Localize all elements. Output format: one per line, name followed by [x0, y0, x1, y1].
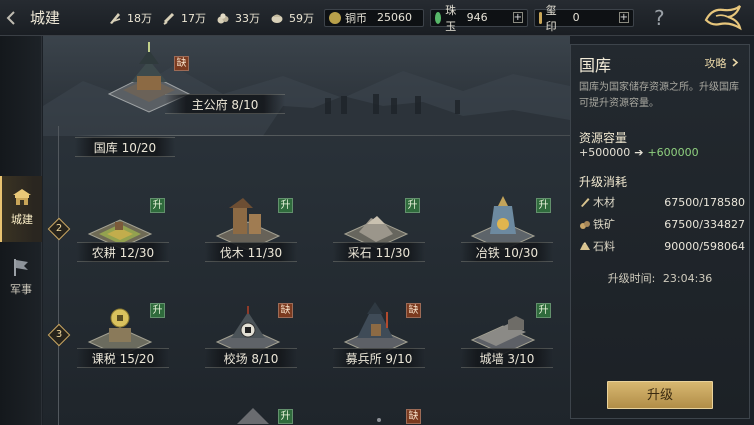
resource-wood-value: 18万 [127, 11, 152, 25]
currency-copper: 铜币 25060 [324, 8, 424, 27]
partial-building-icon [233, 402, 273, 425]
resource-iron: 17万 [162, 10, 206, 26]
cost-iron-amount: 67500/334827 [664, 217, 745, 231]
top-bar: 城建 18万 17万 33万 59万 铜币 25060 珠玉 946 + 玺印 … [0, 0, 754, 36]
partial-upgrade-tag: 升 [278, 409, 293, 424]
back-arrow-icon[interactable] [0, 0, 22, 36]
drill-ground-label[interactable]: 校场 8/10 [205, 348, 297, 368]
wall-label[interactable]: 城墙 3/10 [461, 348, 553, 368]
drill-ground-icon[interactable] [213, 298, 283, 357]
food-icon [271, 14, 283, 23]
page-title: 城建 [30, 9, 61, 27]
seal-icon [539, 11, 542, 24]
farm-upgrade-tag: 升 [150, 198, 165, 213]
tab-military-label: 军事 [10, 283, 32, 296]
cost-wood-amount: 67500/178580 [664, 195, 745, 209]
capacity-from: +500000 [579, 146, 631, 159]
jade-icon [435, 11, 442, 24]
smelter-upgrade-tag: 升 [536, 198, 551, 213]
detail-panel: 国库 攻略 国库为国家储存资源之所。升级国库可提升资源容量。 资源容量 +500… [570, 44, 750, 419]
arrow-right-icon: ➔ [634, 146, 644, 159]
currency-copper-value: 25060 [377, 11, 412, 24]
capacity-change: +500000 ➔ +600000 [579, 146, 699, 159]
treasury-label[interactable]: 国库 10/20 [75, 137, 175, 157]
cost-wood-name: 木材 [593, 196, 615, 209]
left-rail: 城建 军事 [0, 36, 42, 425]
treasury-divider [73, 135, 570, 136]
cost-row-wood: 木材 67500/178580 [579, 194, 745, 210]
building-area: 缺 主公府 8/10 国库 10/20 2 升 农耕 12/30 升 伐木 11… [43, 36, 570, 425]
tab-military[interactable]: 军事 [0, 246, 42, 312]
resource-food-value: 59万 [289, 11, 314, 25]
tax-building-icon[interactable] [85, 298, 155, 357]
recruit-missing-tag: 缺 [406, 303, 421, 318]
cost-stone-amount: 90000/598064 [664, 239, 745, 253]
resource-wood: 18万 [108, 10, 152, 26]
tab-city-build[interactable]: 城建 [0, 176, 42, 242]
resource-food: 59万 [270, 10, 314, 26]
dragon-logo-icon[interactable] [702, 2, 744, 34]
capacity-title: 资源容量 [579, 131, 628, 145]
resource-stone: 33万 [216, 10, 260, 26]
military-flag-icon [14, 259, 28, 276]
tax-upgrade-tag: 升 [150, 303, 165, 318]
wood-icon [110, 12, 121, 24]
lumber-label[interactable]: 伐木 11/30 [205, 242, 297, 262]
cost-stone-name: 石料 [593, 240, 615, 253]
cost-title: 升级消耗 [579, 175, 628, 189]
wood-icon [581, 198, 590, 207]
wall-upgrade-tag: 升 [536, 303, 551, 318]
currency-seal: 玺印 0 + [534, 4, 634, 33]
upgrade-time: 升级时间: 23:04:36 [571, 270, 749, 286]
currency-jade-label: 珠玉 [445, 3, 457, 33]
iron-icon [163, 12, 175, 25]
tab-city-build-label: 城建 [11, 213, 33, 226]
cost-row-iron: 铁矿 67500/334827 [579, 216, 745, 232]
stone-icon [580, 242, 590, 250]
currency-jade: 珠玉 946 + [430, 4, 528, 33]
recruit-label[interactable]: 募兵所 9/10 [333, 348, 425, 368]
quarry-label[interactable]: 采石 11/30 [333, 242, 425, 262]
currency-copper-label: 铜币 [345, 11, 367, 25]
guide-link[interactable]: 攻略 [705, 55, 740, 71]
cost-iron-name: 铁矿 [593, 218, 615, 231]
farm-label[interactable]: 农耕 12/30 [77, 242, 169, 262]
currency-seal-value: 0 [572, 11, 580, 24]
guide-link-label: 攻略 [704, 57, 727, 70]
resource-stone-value: 33万 [235, 11, 260, 25]
currency-jade-value: 946 [466, 11, 488, 24]
city-building-icon [13, 189, 31, 205]
upgrade-time-label: 升级时间: [607, 272, 656, 285]
tier-line [58, 126, 59, 425]
smelter-label[interactable]: 冶铁 10/30 [461, 242, 553, 262]
iron-icon [580, 221, 590, 229]
seal-plus-button[interactable]: + [618, 12, 629, 23]
drill-ground-missing-tag: 缺 [278, 303, 293, 318]
chevron-right-icon [732, 58, 739, 67]
scroll-indicator [377, 418, 381, 422]
jade-plus-button[interactable]: + [512, 12, 523, 23]
tax-label[interactable]: 课税 15/20 [77, 348, 169, 368]
help-button[interactable]: ? [654, 6, 665, 30]
recruit-building-icon[interactable] [341, 298, 411, 357]
copper-coin-icon [329, 11, 341, 24]
cost-row-stone: 石料 90000/598064 [579, 238, 745, 254]
stone-icon [217, 12, 229, 23]
lumber-upgrade-tag: 升 [278, 198, 293, 213]
capacity-to: +600000 [647, 146, 699, 159]
palace-missing-tag: 缺 [174, 56, 189, 71]
resource-iron-value: 17万 [181, 11, 206, 25]
panel-title: 国库 [579, 56, 612, 75]
partial-missing-tag: 缺 [406, 409, 421, 424]
quarry-upgrade-tag: 升 [405, 198, 420, 213]
upgrade-button[interactable]: 升级 [607, 381, 713, 409]
tier-2-number: 2 [55, 223, 63, 234]
currency-seal-label: 玺印 [545, 3, 557, 33]
tier-3-number: 3 [55, 329, 63, 340]
upgrade-time-value: 23:04:36 [662, 272, 713, 285]
palace-label[interactable]: 主公府 8/10 [165, 94, 285, 114]
panel-description: 国库为国家储存资源之所。升级国库可提升资源容量。 [579, 82, 739, 109]
